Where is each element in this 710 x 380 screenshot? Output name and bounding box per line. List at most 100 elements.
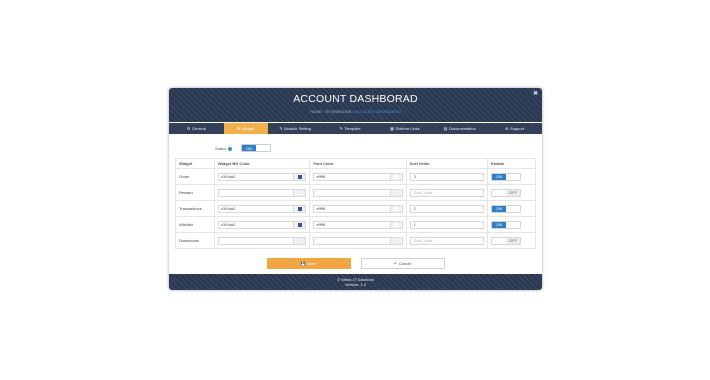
status-toggle[interactable]: ON: [241, 144, 271, 152]
bg-color-input[interactable]: [217, 236, 295, 245]
toggle-off-label: OFF: [506, 189, 521, 196]
tab-label: Module Setting: [284, 126, 311, 131]
tab-sidebar-links[interactable]: ▦ Sidebar Links: [377, 123, 432, 134]
color-swatch[interactable]: [390, 236, 403, 245]
color-swatch[interactable]: [390, 172, 403, 181]
status-label: Status: [215, 146, 233, 151]
table-row: Transactions #3f4da2 #ffffff 2 ON: [175, 200, 536, 217]
bg-color-cell: #3f4da2: [213, 200, 311, 217]
font-color-field: #ffffff: [313, 172, 403, 181]
enable-cell: OFF: [487, 184, 536, 201]
swatch-color: [394, 206, 399, 211]
breadcrumb-extensions[interactable]: EXTENSIONS: [326, 109, 352, 114]
toggle-off-label: OFF: [506, 237, 521, 244]
cancel-button[interactable]: ↶ Cancel: [360, 258, 445, 269]
widget-settings: Status ON Widget Widget BG Color Font Co…: [169, 134, 542, 269]
enable-toggle[interactable]: ON: [491, 220, 522, 229]
tab-label: Template: [344, 126, 361, 131]
tab-template[interactable]: ✎ Template: [323, 123, 378, 134]
bg-color-cell: #3f4da2: [213, 168, 311, 185]
font-color-input[interactable]: [313, 236, 391, 245]
tab-general[interactable]: ⚙ General: [169, 123, 224, 134]
table-row: Order #3f4da2 #ffffff 3 ON: [175, 168, 536, 185]
color-swatch[interactable]: [294, 204, 307, 213]
sort-order-input[interactable]: Sort Order: [409, 236, 485, 245]
toggle-on-label: ON: [492, 221, 507, 228]
table-row: Reward Sort Order OFF: [175, 184, 536, 201]
bg-color-input[interactable]: #3f4da2: [217, 172, 295, 181]
sort-order-input[interactable]: 1: [409, 220, 485, 229]
pencil-icon: ✎: [279, 126, 283, 131]
font-color-field: [313, 236, 403, 245]
status-label-text: Status: [215, 146, 227, 151]
tab-label: General: [191, 126, 207, 131]
help-icon: [228, 146, 233, 151]
widget-name: Downloads: [175, 232, 215, 249]
undo-icon: ↶: [393, 261, 398, 266]
cancel-label: Cancel: [398, 261, 412, 266]
tab-label: Documentation: [448, 126, 476, 131]
font-color-input[interactable]: [313, 188, 391, 197]
tab-widget[interactable]: ⊞ Widget: [223, 123, 268, 134]
document-icon: ▤: [443, 126, 448, 131]
panel-footer: © Webx-IT Solutions Version: 1.0: [169, 274, 542, 290]
tab-documentation[interactable]: ▤ Documentation: [432, 123, 487, 134]
save-label: Save: [307, 261, 317, 266]
toggle-on-label: ON: [492, 205, 507, 212]
font-color-field: #ffffff: [313, 204, 403, 213]
enable-toggle[interactable]: OFF: [491, 188, 522, 197]
sort-order-input[interactable]: 3: [409, 172, 485, 181]
breadcrumb: HOME › EXTENSIONS › ACCOUNT DASHBORAD: [169, 109, 542, 114]
tab-label: Sidebar Links: [395, 126, 420, 131]
bg-color-input[interactable]: #3f4da2: [217, 220, 295, 229]
enable-toggle[interactable]: OFF: [491, 236, 522, 245]
color-swatch[interactable]: [294, 188, 307, 197]
font-color-field: #ffffff: [313, 220, 403, 229]
grid-icon: ⊞: [237, 126, 241, 131]
list-icon: ▦: [390, 126, 394, 131]
sort-cell: Sort Order: [405, 232, 489, 249]
column-header: Enable: [487, 158, 536, 169]
tab-support[interactable]: ⊕ Support: [487, 123, 542, 134]
color-swatch[interactable]: [294, 236, 307, 245]
color-swatch[interactable]: [390, 204, 403, 213]
font-color-cell: #ffffff: [309, 168, 407, 185]
font-color-input[interactable]: #ffffff: [313, 172, 391, 181]
bg-color-input[interactable]: #3f4da2: [217, 204, 295, 213]
tab-label: Widget: [242, 126, 255, 131]
swatch-color: [394, 222, 399, 227]
enable-cell: OFF: [487, 232, 536, 249]
sort-cell: 1: [405, 216, 489, 233]
font-color-cell: #ffffff: [309, 216, 407, 233]
bg-color-field: #3f4da2: [217, 220, 307, 229]
sort-cell: 3: [405, 168, 489, 185]
sort-order-input[interactable]: Sort Order: [409, 188, 485, 197]
sort-order-input[interactable]: 2: [409, 204, 485, 213]
color-swatch[interactable]: [390, 220, 403, 229]
breadcrumb-home[interactable]: HOME: [310, 109, 322, 114]
widget-name: Transactions: [175, 200, 215, 217]
widget-name: Wishlist: [175, 216, 215, 233]
tab-module-setting[interactable]: ✎ Module Setting: [268, 123, 323, 134]
swatch-color: [297, 174, 302, 179]
toggle-on-label: ON: [242, 145, 256, 151]
gear-icon: ⚙: [186, 126, 191, 131]
color-swatch[interactable]: [294, 172, 307, 181]
color-swatch[interactable]: [390, 188, 403, 197]
enable-toggle[interactable]: ON: [491, 204, 522, 213]
font-color-input[interactable]: #ffffff: [313, 204, 391, 213]
font-color-input[interactable]: #ffffff: [313, 220, 391, 229]
tab-bar: ⚙ General ⊞ Widget ✎ Module Setting ✎ Templa…: [169, 123, 542, 134]
swatch-color: [394, 174, 399, 179]
enable-toggle[interactable]: ON: [491, 172, 522, 181]
pencil-icon: ✎: [339, 126, 343, 131]
save-icon: 💾: [300, 261, 306, 266]
widget-name: Reward: [175, 184, 215, 201]
close-icon[interactable]: ✖: [533, 91, 538, 97]
bg-color-input[interactable]: [217, 188, 295, 197]
panel-header: ACCOUNT DASHBORAD HOME › EXTENSIONS › AC…: [169, 88, 542, 122]
color-swatch[interactable]: [294, 220, 307, 229]
bg-color-cell: [213, 184, 311, 201]
save-button[interactable]: 💾 Save: [266, 258, 351, 269]
font-color-field: [313, 188, 403, 197]
